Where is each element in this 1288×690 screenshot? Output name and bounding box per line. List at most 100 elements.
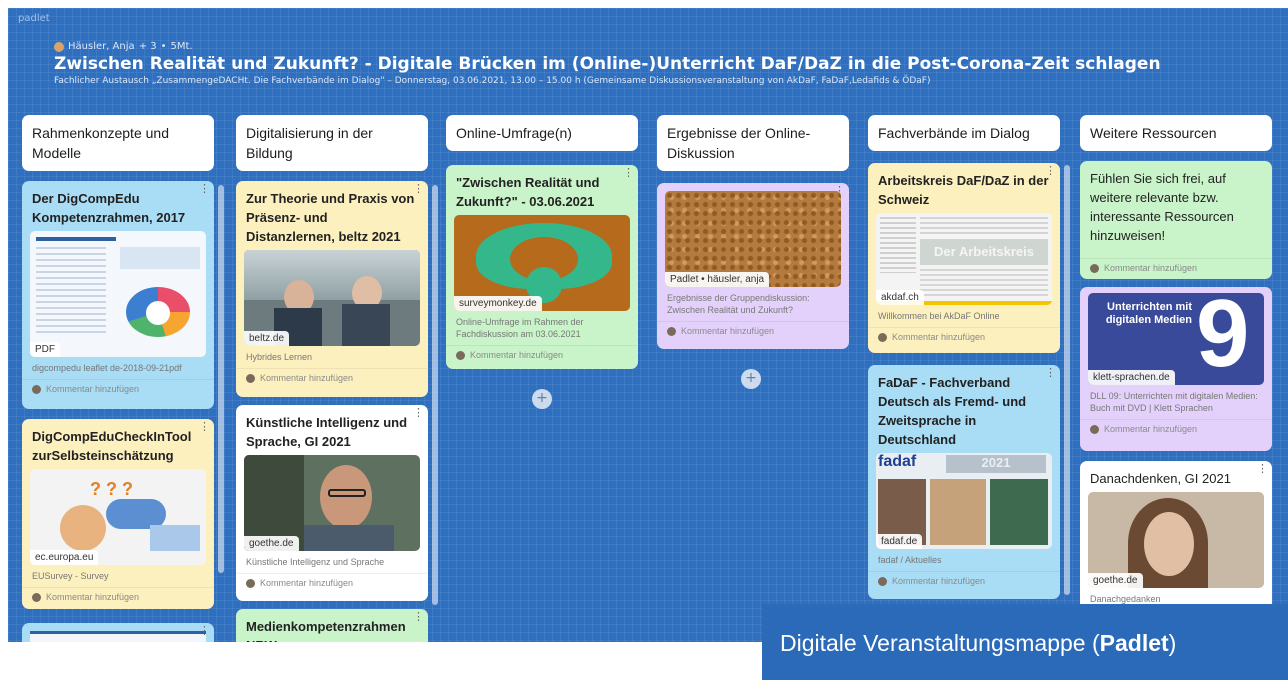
card-tag: fadaf.de	[876, 534, 923, 549]
card-danachdenken[interactable]: ⋮ Danachdenken, GI 2021 goethe.de Danach…	[1080, 461, 1272, 621]
author-line: Häusler, Anja + 3 • 5Mt.	[54, 41, 193, 52]
caption-banner: Digitale Veranstaltungsmappe (Padlet)	[762, 604, 1288, 680]
column-rahmenkonzepte: Rahmenkonzepte und Modelle ⋮ Der DigComp…	[22, 115, 224, 642]
card-title: Künstliche Intelligenz und Sprache, GI 2…	[246, 415, 408, 449]
card-umfrage[interactable]: ⋮ "Zwischen Realität und Zukunft?" - 03.…	[446, 165, 638, 369]
add-comment[interactable]: Kommentar hinzufügen	[236, 573, 428, 594]
card-title: Zur Theorie und Praxis von Präsenz- und …	[246, 191, 415, 244]
column-scrollbar[interactable]	[1064, 165, 1070, 595]
padlet-board: padlet Häusler, Anja + 3 • 5Mt. Zwischen…	[8, 8, 1288, 642]
column-online-umfrage: Online-Umfrage(n) ⋮ "Zwischen Realität u…	[446, 115, 638, 409]
column-scrollbar[interactable]	[218, 185, 224, 573]
card-menu-icon[interactable]: ⋮	[1045, 166, 1056, 177]
card-partial[interactable]: ⋮	[22, 623, 214, 642]
card-description: DLL 09: Unterrichten mit digitalen Medie…	[1090, 391, 1258, 413]
comment-avatar-icon	[456, 350, 465, 360]
column-scrollbar[interactable]	[432, 185, 438, 605]
add-post-button[interactable]: +	[532, 389, 552, 409]
card-image: ? ? ? ec.europa.eu	[30, 469, 206, 565]
card-menu-icon[interactable]: ⋮	[199, 422, 210, 433]
card-image: goethe.de	[244, 455, 420, 551]
card-title: FaDaF - Fachverband Deutsch als Fremd- u…	[878, 375, 1027, 447]
card-ergebnisse-padlet[interactable]: ⋮ Padlet • häusler, anja Ergebnisse der …	[657, 183, 849, 349]
card-digcompedu[interactable]: ⋮ Der DigCompEdu Kompetenzrahmen, 2017 P…	[22, 181, 214, 409]
card-title: Fühlen Sie sich frei, auf weitere releva…	[1090, 171, 1234, 243]
column-header[interactable]: Online-Umfrage(n)	[446, 115, 638, 151]
card-akdaf[interactable]: ⋮ Arbeitskreis DaF/DaZ in der Schweiz De…	[868, 163, 1060, 353]
add-comment[interactable]: Kommentar hinzufügen	[22, 587, 214, 608]
card-theorie-praxis[interactable]: ⋮ Zur Theorie und Praxis von Präsenz- un…	[236, 181, 428, 397]
card-title: DigCompEduCheckInTool zurSelbsteinschätz…	[32, 429, 192, 463]
card-medienkompetenz[interactable]: ⋮ Medienkompetenzrahmen NRW	[236, 609, 428, 642]
card-menu-icon[interactable]: ⋮	[413, 408, 424, 419]
column-digitalisierung: Digitalisierung in der Bildung ⋮ Zur The…	[236, 115, 438, 642]
card-description: digcompedu leaflet de-2018-09-21pdf	[32, 363, 182, 373]
comment-avatar-icon	[1090, 263, 1099, 273]
card-checkin-tool[interactable]: ⋮ DigCompEduCheckInTool zurSelbsteinschä…	[22, 419, 214, 609]
column-header[interactable]: Rahmenkonzepte und Modelle	[22, 115, 214, 171]
comment-avatar-icon	[32, 592, 41, 602]
card-title: Der DigCompEdu Kompetenzrahmen, 2017	[32, 191, 186, 225]
column-header[interactable]: Weitere Ressourcen	[1080, 115, 1272, 151]
card-description: EUSurvey - Survey	[32, 571, 109, 581]
add-comment[interactable]: Kommentar hinzufügen	[1080, 258, 1272, 279]
comment-avatar-icon	[1090, 424, 1099, 434]
card-image: surveymonkey.de	[454, 215, 630, 311]
comment-avatar-icon	[32, 384, 41, 394]
add-comment[interactable]: Kommentar hinzufügen	[1080, 419, 1272, 440]
add-comment[interactable]: Kommentar hinzufügen	[657, 321, 849, 342]
card-description: Hybrides Lernen	[246, 352, 313, 362]
author-name[interactable]: Häusler, Anja	[68, 41, 135, 52]
add-post-button[interactable]: +	[741, 369, 761, 389]
card-menu-icon[interactable]: ⋮	[623, 168, 634, 179]
board-title: Zwischen Realität und Zukunft? - Digital…	[54, 54, 1161, 74]
add-comment[interactable]: Kommentar hinzufügen	[868, 327, 1060, 348]
card-image: Der Arbeitskreis akdaf.ch	[876, 213, 1052, 305]
card-title: Medienkompetenzrahmen NRW	[246, 619, 406, 642]
card-title: Danachdenken, GI 2021	[1090, 471, 1231, 486]
card-description: Willkommen bei AkDaF Online	[878, 311, 1000, 321]
card-title: Arbeitskreis DaF/DaZ in der Schweiz	[878, 173, 1049, 207]
card-menu-icon[interactable]: ⋮	[1257, 464, 1268, 475]
card-tag: beltz.de	[244, 331, 290, 346]
column-weitere-ressourcen: Weitere Ressourcen Fühlen Sie sich frei,…	[1080, 115, 1272, 621]
card-menu-icon[interactable]: ⋮	[413, 184, 424, 195]
card-image: Padlet • häusler, anja	[665, 191, 841, 287]
card-tag: ec.europa.eu	[30, 550, 99, 565]
avatar[interactable]	[54, 41, 64, 52]
column-header[interactable]: Fachverbände im Dialog	[868, 115, 1060, 151]
add-comment[interactable]: Kommentar hinzufügen	[868, 571, 1060, 592]
card-klett[interactable]: Unterrichten mit digitalen Medien 9 klet…	[1080, 287, 1272, 451]
column-fachverbaende: Fachverbände im Dialog ⋮ Arbeitskreis Da…	[868, 115, 1070, 642]
card-description: Künstliche Intelligenz und Sprache	[246, 557, 385, 567]
card-tag: Padlet • häusler, anja	[665, 272, 770, 287]
column-ergebnisse: Ergebnisse der Online-Diskussion ⋮ Padle…	[657, 115, 849, 389]
comment-avatar-icon	[246, 578, 255, 588]
collaborator-count: + 3	[138, 41, 157, 52]
card-ki-sprache[interactable]: ⋮ Künstliche Intelligenz und Sprache, GI…	[236, 405, 428, 601]
card-image: PDF	[30, 231, 206, 357]
card-menu-icon[interactable]: ⋮	[199, 184, 210, 195]
card-tag: goethe.de	[1088, 573, 1143, 588]
card-fadaf[interactable]: ⋮ FaDaF - Fachverband Deutsch als Fremd-…	[868, 365, 1060, 599]
add-comment[interactable]: Kommentar hinzufügen	[236, 368, 428, 389]
card-tag: surveymonkey.de	[454, 296, 542, 311]
time-ago: 5Mt.	[170, 41, 193, 52]
comment-avatar-icon	[667, 326, 676, 336]
card-description: fadaf / Aktuelles	[878, 555, 942, 565]
add-comment[interactable]: Kommentar hinzufügen	[22, 379, 214, 400]
column-header[interactable]: Digitalisierung in der Bildung	[236, 115, 428, 171]
card-hinweis[interactable]: Fühlen Sie sich frei, auf weitere releva…	[1080, 161, 1272, 279]
card-image	[30, 631, 206, 642]
card-menu-icon[interactable]: ⋮	[413, 612, 424, 623]
add-comment[interactable]: Kommentar hinzufügen	[446, 345, 638, 366]
column-header[interactable]: Ergebnisse der Online-Diskussion	[657, 115, 849, 171]
card-tag: klett-sprachen.de	[1088, 370, 1175, 385]
card-menu-icon[interactable]: ⋮	[1045, 368, 1056, 379]
card-image: Unterrichten mit digitalen Medien 9 klet…	[1088, 293, 1264, 385]
card-tag: akdaf.ch	[876, 290, 924, 305]
board-subtitle: Fachlicher Austausch „ZusammengeDACHt. D…	[54, 76, 931, 86]
card-menu-icon[interactable]: ⋮	[199, 626, 210, 637]
brand-logo[interactable]: padlet	[18, 13, 50, 24]
comment-avatar-icon	[878, 576, 887, 586]
